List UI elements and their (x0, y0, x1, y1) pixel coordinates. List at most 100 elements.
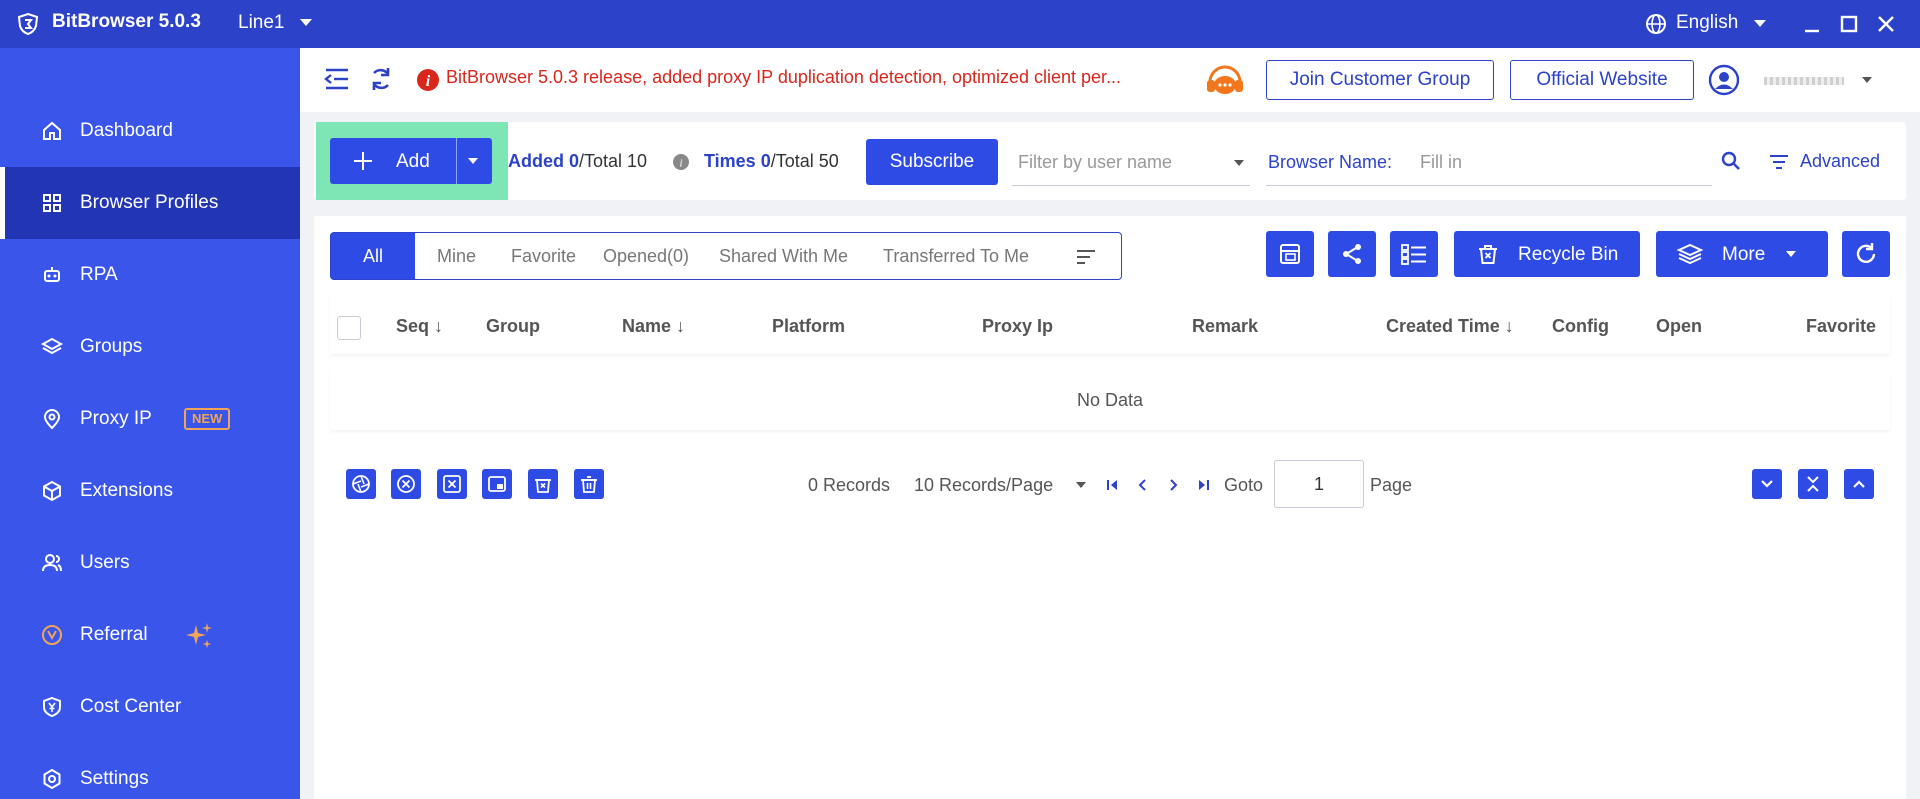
close-all-button[interactable] (437, 469, 467, 499)
clear-cache-button[interactable] (528, 469, 558, 499)
sort-down-icon: ↓ (1504, 316, 1514, 336)
share-icon (1343, 244, 1361, 264)
next-page-icon[interactable] (1164, 476, 1182, 494)
customer-service-icon[interactable] (1204, 60, 1246, 100)
home-icon (43, 121, 61, 140)
sidebar-item-dashboard[interactable]: Dashboard (0, 95, 300, 167)
language-caret-down-icon[interactable] (1754, 20, 1766, 27)
column-proxy-ip: Proxy Ip (982, 316, 1054, 336)
refresh-sync-icon[interactable] (366, 64, 396, 94)
sort-icon[interactable] (1075, 247, 1097, 267)
sidebar-item-label: Proxy IP (80, 408, 152, 429)
line-caret-down-icon[interactable] (300, 19, 312, 26)
scroll-down-button[interactable] (1752, 469, 1782, 499)
column-name[interactable]: Name ↓ (622, 316, 685, 337)
official-website-button[interactable]: Official Website (1510, 60, 1694, 100)
added-total: /Total 10 (579, 151, 648, 171)
page-size-caret-down-icon[interactable] (1076, 482, 1086, 488)
column-config: Config (1552, 316, 1609, 336)
sidebar-item-extensions[interactable]: Extensions (0, 455, 300, 527)
sidebar-item-label: RPA (80, 264, 118, 285)
sidebar-item-label: Cost Center (80, 696, 182, 717)
sidebar-item-referral[interactable]: Referral (0, 599, 300, 671)
open-browser-button[interactable] (346, 469, 376, 499)
user-caret-down-icon[interactable] (1862, 77, 1872, 83)
search-icon[interactable] (1720, 150, 1742, 172)
layers-icon (40, 337, 64, 355)
tab-opened[interactable]: Opened(0) (603, 246, 689, 267)
recycle-bin-button[interactable]: Recycle Bin (1454, 231, 1640, 277)
users-icon (42, 554, 62, 572)
select-all-checkbox[interactable] (337, 316, 361, 340)
filter-icon[interactable] (1768, 151, 1790, 173)
window-arrange-button[interactable] (482, 469, 512, 499)
sidebar-item-label: Browser Profiles (80, 192, 219, 213)
tab-favorite[interactable]: Favorite (511, 246, 576, 267)
prev-page-icon[interactable] (1134, 476, 1152, 494)
sparkle-icon (186, 623, 212, 648)
delete-button[interactable] (574, 469, 604, 499)
subscribe-button[interactable]: Subscribe (866, 139, 998, 185)
add-label: Add (396, 151, 430, 172)
tab-all[interactable]: All (331, 233, 415, 279)
globe-icon[interactable] (1644, 12, 1668, 36)
picture-in-picture-icon (488, 476, 506, 492)
close-browser-button[interactable] (391, 469, 421, 499)
goto-page-input[interactable]: 1 (1274, 460, 1364, 508)
first-page-icon[interactable] (1104, 476, 1122, 494)
no-data-text: No Data (1076, 390, 1144, 410)
user-avatar-icon[interactable] (1708, 64, 1740, 96)
column-created-time[interactable]: Created Time ↓ (1386, 316, 1514, 337)
sidebar-item-cost-center[interactable]: Cost Center (0, 671, 300, 743)
info-icon[interactable]: i (672, 153, 690, 171)
sidebar-item-label: Referral (80, 624, 148, 645)
page-size-select[interactable]: 10 Records/Page (914, 475, 1053, 496)
line-selector[interactable]: Line1 (238, 12, 285, 34)
collapse-menu-icon[interactable] (322, 64, 352, 94)
sidebar-item-groups[interactable]: Groups (0, 311, 300, 383)
share-button[interactable] (1328, 231, 1376, 277)
filter-user-select[interactable]: Filter by user name (1012, 140, 1250, 186)
reload-button[interactable] (1842, 231, 1890, 277)
chevron-down-icon (1761, 480, 1773, 488)
browser-name-label: Browser Name: (1268, 152, 1393, 172)
list-view-button[interactable] (1390, 231, 1438, 277)
sidebar-item-browser-profiles[interactable]: Browser Profiles (0, 167, 300, 239)
maximize-icon[interactable] (1837, 12, 1861, 36)
more-button[interactable]: More (1656, 231, 1828, 277)
scroll-up-button[interactable] (1844, 469, 1874, 499)
sidebar-item-label: Dashboard (80, 120, 173, 141)
close-icon[interactable] (1874, 12, 1898, 36)
add-divider (456, 138, 457, 184)
sidebar: Dashboard Browser Profiles RPA Groups Pr… (0, 48, 300, 799)
announcement-text[interactable]: BitBrowser 5.0.3 release, added proxy IP… (446, 67, 1121, 88)
tab-mine[interactable]: Mine (437, 246, 476, 267)
column-remark: Remark (1192, 316, 1259, 336)
referral-icon (42, 625, 62, 645)
expand-collapse-button[interactable] (1798, 469, 1828, 499)
join-customer-group-button[interactable]: Join Customer Group (1266, 60, 1494, 100)
plus-icon (354, 152, 372, 170)
tab-shared-with-me[interactable]: Shared With Me (719, 246, 848, 267)
language-selector[interactable]: English (1676, 12, 1738, 34)
goto-label: Goto (1224, 475, 1264, 495)
column-seq[interactable]: Seq ↓ (396, 316, 443, 337)
trash-icon (581, 476, 597, 493)
last-page-icon[interactable] (1194, 476, 1212, 494)
add-caret-down-icon[interactable] (468, 158, 478, 164)
window-layout-button[interactable] (1266, 231, 1314, 277)
minimize-icon[interactable] (1800, 12, 1824, 36)
add-button[interactable]: Add (330, 138, 492, 184)
times-total: /Total 50 (770, 151, 839, 171)
browser-name-search[interactable]: Browser Name: Fill in (1266, 140, 1740, 186)
sidebar-item-users[interactable]: Users (0, 527, 300, 599)
sidebar-item-settings[interactable]: Settings (0, 743, 300, 799)
svg-text:i: i (426, 73, 431, 90)
column-seq-label: Seq (396, 316, 430, 336)
browser-name-input[interactable]: Fill in (1420, 152, 1462, 173)
sidebar-item-rpa[interactable]: RPA (0, 239, 300, 311)
sidebar-item-proxy-ip[interactable]: Proxy IP NEW (0, 383, 300, 455)
advanced-button[interactable]: Advanced (1800, 151, 1880, 172)
app-title: BitBrowser 5.0.3 (52, 11, 201, 32)
tab-transferred-to-me[interactable]: Transferred To Me (883, 246, 1029, 267)
